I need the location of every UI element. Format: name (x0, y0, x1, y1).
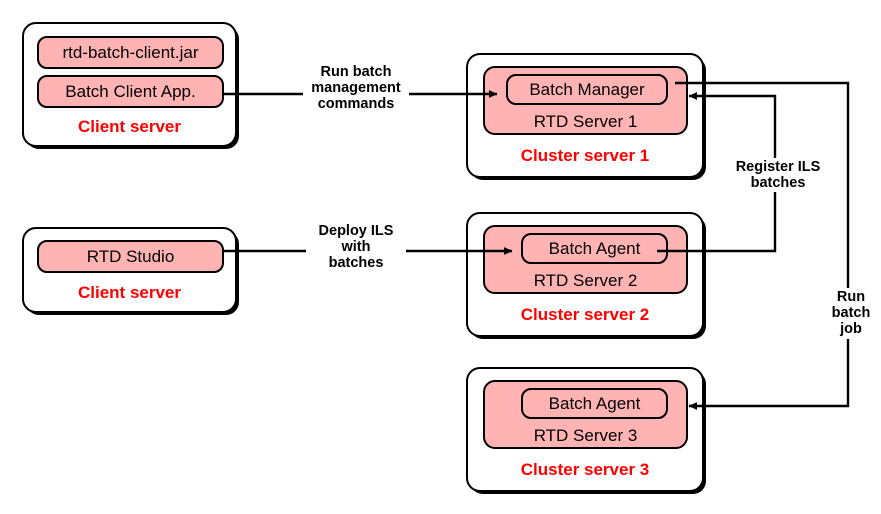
label-line-3: commands (317, 96, 395, 113)
label-line-1: Deploy ILS (318, 223, 394, 239)
rtd-studio-label: RTD Studio (86, 246, 175, 266)
diagram-canvas: rtd-batch-client.jar Batch Client App. C… (0, 0, 881, 514)
label-line-2: management (311, 80, 401, 97)
client-server-studio-box[interactable]: RTD Studio Client server (22, 227, 237, 313)
cluster-server-1-label: Cluster server 1 (520, 146, 650, 165)
batch-client-app-label: Batch Client App. (65, 81, 196, 101)
cluster-server-3-box[interactable]: Batch Agent RTD Server 3 Cluster server … (466, 367, 704, 492)
client-server-studio-label: Client server (78, 283, 181, 302)
label-line-2: batches (750, 175, 806, 192)
label-deploy-ils-with-batches: Deploy ILS with batches (306, 222, 406, 273)
cluster-server-2-label: Cluster server 2 (520, 305, 650, 324)
label-register-ils-batches: Register ILS batches (727, 158, 829, 193)
client-server-batch-label: Client server (78, 117, 181, 136)
rtd-studio-box[interactable]: RTD Studio (37, 240, 224, 273)
label-line-3: batches (328, 255, 384, 272)
rtd-server-2-label: RTD Server 2 (533, 271, 638, 290)
label-run-batch-job: Run batch job (823, 288, 879, 339)
cluster-server-2-box[interactable]: Batch Agent RTD Server 2 Cluster server … (466, 212, 704, 337)
batch-client-app-box[interactable]: Batch Client App. (37, 75, 224, 108)
label-run-batch-management-commands: Run batch management commands (303, 63, 409, 114)
label-line-1: Register ILS (735, 159, 821, 175)
rtd-server-3-label: RTD Server 3 (533, 426, 638, 445)
batch-manager-box[interactable]: Batch Manager (506, 74, 668, 105)
rtd-server-1-label: RTD Server 1 (533, 112, 638, 131)
cluster-server-1-box[interactable]: Batch Manager RTD Server 1 Cluster serve… (466, 53, 704, 178)
label-line-2: with (341, 239, 371, 256)
rtd-batch-client-jar-box[interactable]: rtd-batch-client.jar (37, 36, 224, 69)
batch-agent-2-box[interactable]: Batch Agent (521, 233, 668, 264)
batch-agent-3-label: Batch Agent (548, 393, 641, 413)
label-line-2: batch (831, 305, 871, 322)
label-line-1: Run batch (320, 64, 392, 80)
batch-manager-label: Batch Manager (529, 79, 645, 99)
rtd-server-2-box[interactable]: Batch Agent RTD Server 2 (483, 225, 688, 294)
rtd-batch-client-jar-label: rtd-batch-client.jar (62, 42, 199, 62)
rtd-server-3-box[interactable]: Batch Agent RTD Server 3 (483, 380, 688, 449)
rtd-server-1-box[interactable]: Batch Manager RTD Server 1 (483, 66, 688, 135)
cluster-server-3-label: Cluster server 3 (520, 460, 650, 479)
label-line-3: job (840, 321, 862, 338)
client-server-batch-box[interactable]: rtd-batch-client.jar Batch Client App. C… (22, 22, 237, 147)
batch-agent-2-label: Batch Agent (548, 238, 641, 258)
label-line-1: Run (836, 289, 866, 305)
batch-agent-3-box[interactable]: Batch Agent (521, 388, 668, 419)
